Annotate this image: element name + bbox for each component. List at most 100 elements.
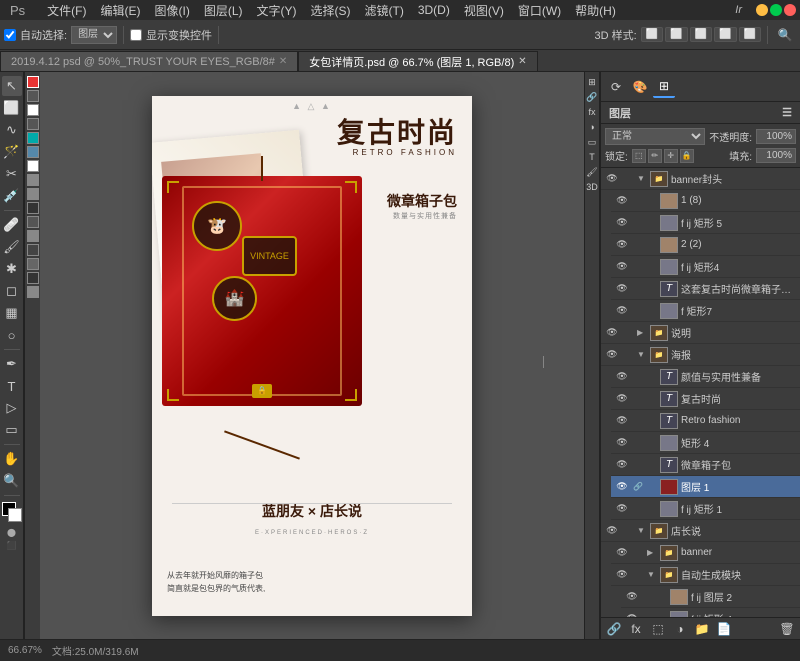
color-gray[interactable] — [27, 174, 39, 186]
menu-help[interactable]: 帮助(H) — [569, 2, 622, 19]
layer-eye[interactable]: 👁 — [615, 216, 629, 230]
lasso-tool[interactable]: ∿ — [2, 120, 22, 140]
fg-bg-colors[interactable] — [2, 502, 22, 522]
lock-transparent-icon[interactable]: ⬚ — [632, 149, 646, 163]
quick-mask-mode[interactable]: ⬤ — [7, 528, 16, 537]
lock-position-icon[interactable]: ✛ — [664, 149, 678, 163]
layer-note-group[interactable]: 👁 ▶ 📁 说明 — [601, 322, 800, 344]
background-color[interactable] — [8, 508, 22, 522]
brush-tool[interactable]: 🖌 — [2, 237, 22, 257]
new-group-icon[interactable]: 📁 — [693, 620, 711, 638]
layer-1-8[interactable]: 👁 1 (8) — [611, 190, 800, 212]
layer-eye[interactable]: 👁 — [615, 414, 629, 428]
group-arrow[interactable]: ▶ — [637, 328, 647, 337]
color-dark6[interactable] — [27, 272, 39, 284]
move-tool[interactable]: ↖ — [2, 76, 22, 96]
panel-history-tab[interactable]: ⟳ — [605, 76, 627, 98]
lock-paint-icon[interactable]: ✏ — [648, 149, 662, 163]
layer-rect1[interactable]: 👁 f ij 矩形 1 — [611, 498, 800, 520]
tab-2[interactable]: 女包详情页.psd @ 66.7% (图层 1, RGB/8) ✕ — [298, 51, 537, 71]
type-icon[interactable]: T — [586, 151, 598, 163]
3d-icon[interactable]: 3D — [586, 181, 598, 193]
color-gray2[interactable] — [27, 188, 39, 200]
group-arrow[interactable]: ▶ — [647, 548, 657, 557]
maximize-button[interactable] — [770, 4, 782, 16]
layer-eye[interactable]: 👁 — [615, 458, 629, 472]
opacity-input[interactable] — [756, 129, 796, 144]
adjustment-icon[interactable]: ◑ — [586, 121, 598, 133]
layer-eye[interactable]: 👁 — [615, 282, 629, 296]
3d-btn-5[interactable]: ⬜ — [739, 27, 761, 42]
color-gray4[interactable] — [27, 286, 39, 298]
link-layers-icon[interactable]: 🔗 — [605, 620, 623, 638]
layer-eye[interactable]: 👁 — [625, 590, 639, 604]
tab-2-close[interactable]: ✕ — [518, 56, 526, 67]
layer-rect4c[interactable]: 👁 f ij 矩形 4 — [621, 608, 800, 617]
arrange-icon[interactable]: ⊞ — [586, 76, 598, 88]
color-gray3[interactable] — [27, 230, 39, 242]
tab-1-close[interactable]: ✕ — [279, 56, 287, 67]
3d-btn-1[interactable]: ⬜ — [641, 27, 663, 42]
color-white[interactable] — [27, 104, 39, 116]
pen-tool[interactable]: ✒ — [2, 354, 22, 374]
crop-tool[interactable]: ✂ — [2, 164, 22, 184]
layer-text-desc[interactable]: 👁 T 这套复古时尚微章箱子包... — [611, 278, 800, 300]
color-dark2[interactable] — [27, 118, 39, 130]
layer-shopowner-group[interactable]: 👁 ▼ 📁 店长说 — [601, 520, 800, 542]
menu-view[interactable]: 视图(V) — [458, 2, 510, 19]
layer-eye[interactable]: 👁 — [615, 304, 629, 318]
layer-eye[interactable]: 👁 — [615, 502, 629, 516]
layer-select[interactable]: 图层 — [71, 26, 117, 44]
layer-rect4b[interactable]: 👁 矩形 4 — [611, 432, 800, 454]
delete-layer-icon[interactable]: 🗑 — [778, 620, 796, 638]
layer-eye[interactable]: 👁 — [615, 546, 629, 560]
tab-1[interactable]: 2019.4.12 psd @ 50%_TRUST YOUR EYES_RGB/… — [0, 51, 298, 71]
color-white2[interactable] — [27, 160, 39, 172]
layer-eye[interactable]: 👁 — [615, 392, 629, 406]
layer-eye[interactable]: 👁 — [615, 480, 629, 494]
layer-text-product[interactable]: 👁 T 微章箱子包 — [611, 454, 800, 476]
layer-rect5[interactable]: 👁 f ij 矩形 5 — [611, 212, 800, 234]
layer-2-2[interactable]: 👁 2 (2) — [611, 234, 800, 256]
layer-eye[interactable]: 👁 — [605, 172, 619, 186]
layer-eye[interactable]: 👁 — [615, 260, 629, 274]
blend-mode-select[interactable]: 正常 — [605, 128, 705, 145]
color-dark3[interactable] — [27, 202, 39, 214]
layer-mask-icon[interactable]: ⬚ — [649, 620, 667, 638]
layer-eye[interactable]: 👁 — [605, 326, 619, 340]
layer-banner[interactable]: 👁 ▶ 📁 banner — [611, 542, 800, 564]
minimize-button[interactable] — [756, 4, 768, 16]
layer-style-icon[interactable]: fx — [627, 620, 645, 638]
layer-eye[interactable]: 👁 — [605, 348, 619, 362]
eraser-tool[interactable]: ◻ — [2, 281, 22, 301]
path-tool[interactable]: ▷ — [2, 398, 22, 418]
new-layer-icon[interactable]: 📄 — [715, 620, 733, 638]
color-red[interactable] — [27, 76, 39, 88]
color-medium[interactable] — [27, 258, 39, 270]
panel-layers-tab[interactable]: ⊞ — [653, 76, 675, 98]
menu-image[interactable]: 图像(I) — [149, 2, 196, 19]
layer-eye[interactable]: 👁 — [615, 194, 629, 208]
dodge-tool[interactable]: ○ — [2, 325, 22, 345]
canvas-area[interactable]: ▲ △ ▲ 🐮 VINTAGE — [40, 72, 584, 639]
layer-eye[interactable]: 👁 — [615, 568, 629, 582]
shape-tool[interactable]: ▭ — [2, 420, 22, 440]
layer-eye[interactable]: 👁 — [615, 436, 629, 450]
menu-filter[interactable]: 滤镜(T) — [359, 2, 410, 19]
3d-btn-3[interactable]: ⬜ — [690, 27, 712, 42]
layer-eye[interactable]: 👁 — [605, 524, 619, 538]
layer-rect4[interactable]: 👁 f ij 矩形4 — [611, 256, 800, 278]
fill-input[interactable] — [756, 148, 796, 163]
search-icon[interactable]: 🔍 — [774, 24, 796, 46]
3d-btn-2[interactable]: ⬜ — [665, 27, 687, 42]
shape-icon[interactable]: ▭ — [586, 136, 598, 148]
menu-edit[interactable]: 编辑(E) — [95, 2, 147, 19]
panel-swatches-tab[interactable]: 🎨 — [629, 76, 651, 98]
layer-eye[interactable]: 👁 — [615, 238, 629, 252]
color-blue[interactable] — [27, 146, 39, 158]
color-dark[interactable] — [27, 90, 39, 102]
layer-eye[interactable]: 👁 — [615, 370, 629, 384]
layer-poster-group[interactable]: 👁 ▼ 📁 海报 — [601, 344, 800, 366]
layer-banner-group[interactable]: 👁 ▼ 📁 banner封头 — [601, 168, 800, 190]
color-dark4[interactable] — [27, 216, 39, 228]
